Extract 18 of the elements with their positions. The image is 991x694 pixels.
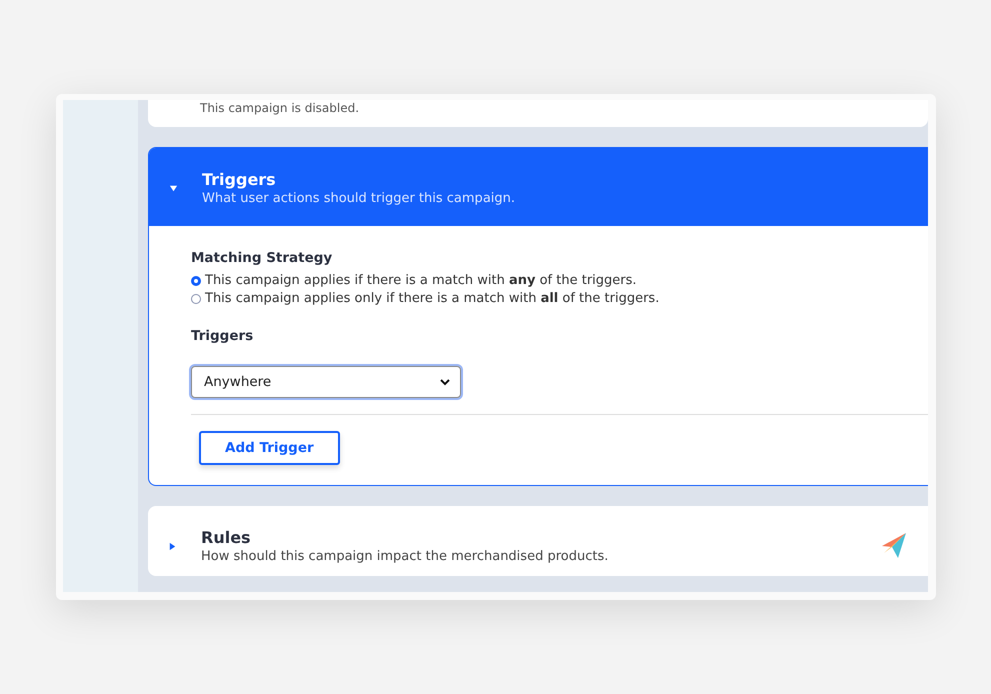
section-title: Triggers	[202, 170, 277, 189]
option-label: This campaign applies only if there is a match with all of the triggers.	[205, 290, 660, 308]
caret-icon[interactable]	[169, 184, 178, 192]
option-label: This campaign applies if there is a match with any of the triggers.	[205, 272, 637, 290]
section-description: What user actions should trigger this campaign.	[202, 191, 516, 206]
select-value: Anywhere	[204, 374, 272, 390]
caret-icon[interactable]	[168, 542, 177, 550]
radio-button[interactable]	[191, 276, 201, 286]
section-title: Rules	[201, 528, 252, 547]
section-header[interactable]: Triggers What user actions should trigger this campaign.	[149, 148, 928, 226]
section-description: How should this campaign impact the merchandised products.	[201, 549, 610, 564]
add-trigger-button[interactable]: Add Trigger	[199, 431, 340, 465]
radio-button[interactable]	[191, 294, 201, 304]
trigger-select[interactable]: Anywhere	[191, 366, 461, 398]
section-description: This campaign is disabled.	[199, 100, 360, 117]
field-label: Matching Strategy	[191, 250, 334, 266]
chevron-down-icon	[440, 378, 450, 386]
field-label: Triggers	[191, 328, 254, 344]
